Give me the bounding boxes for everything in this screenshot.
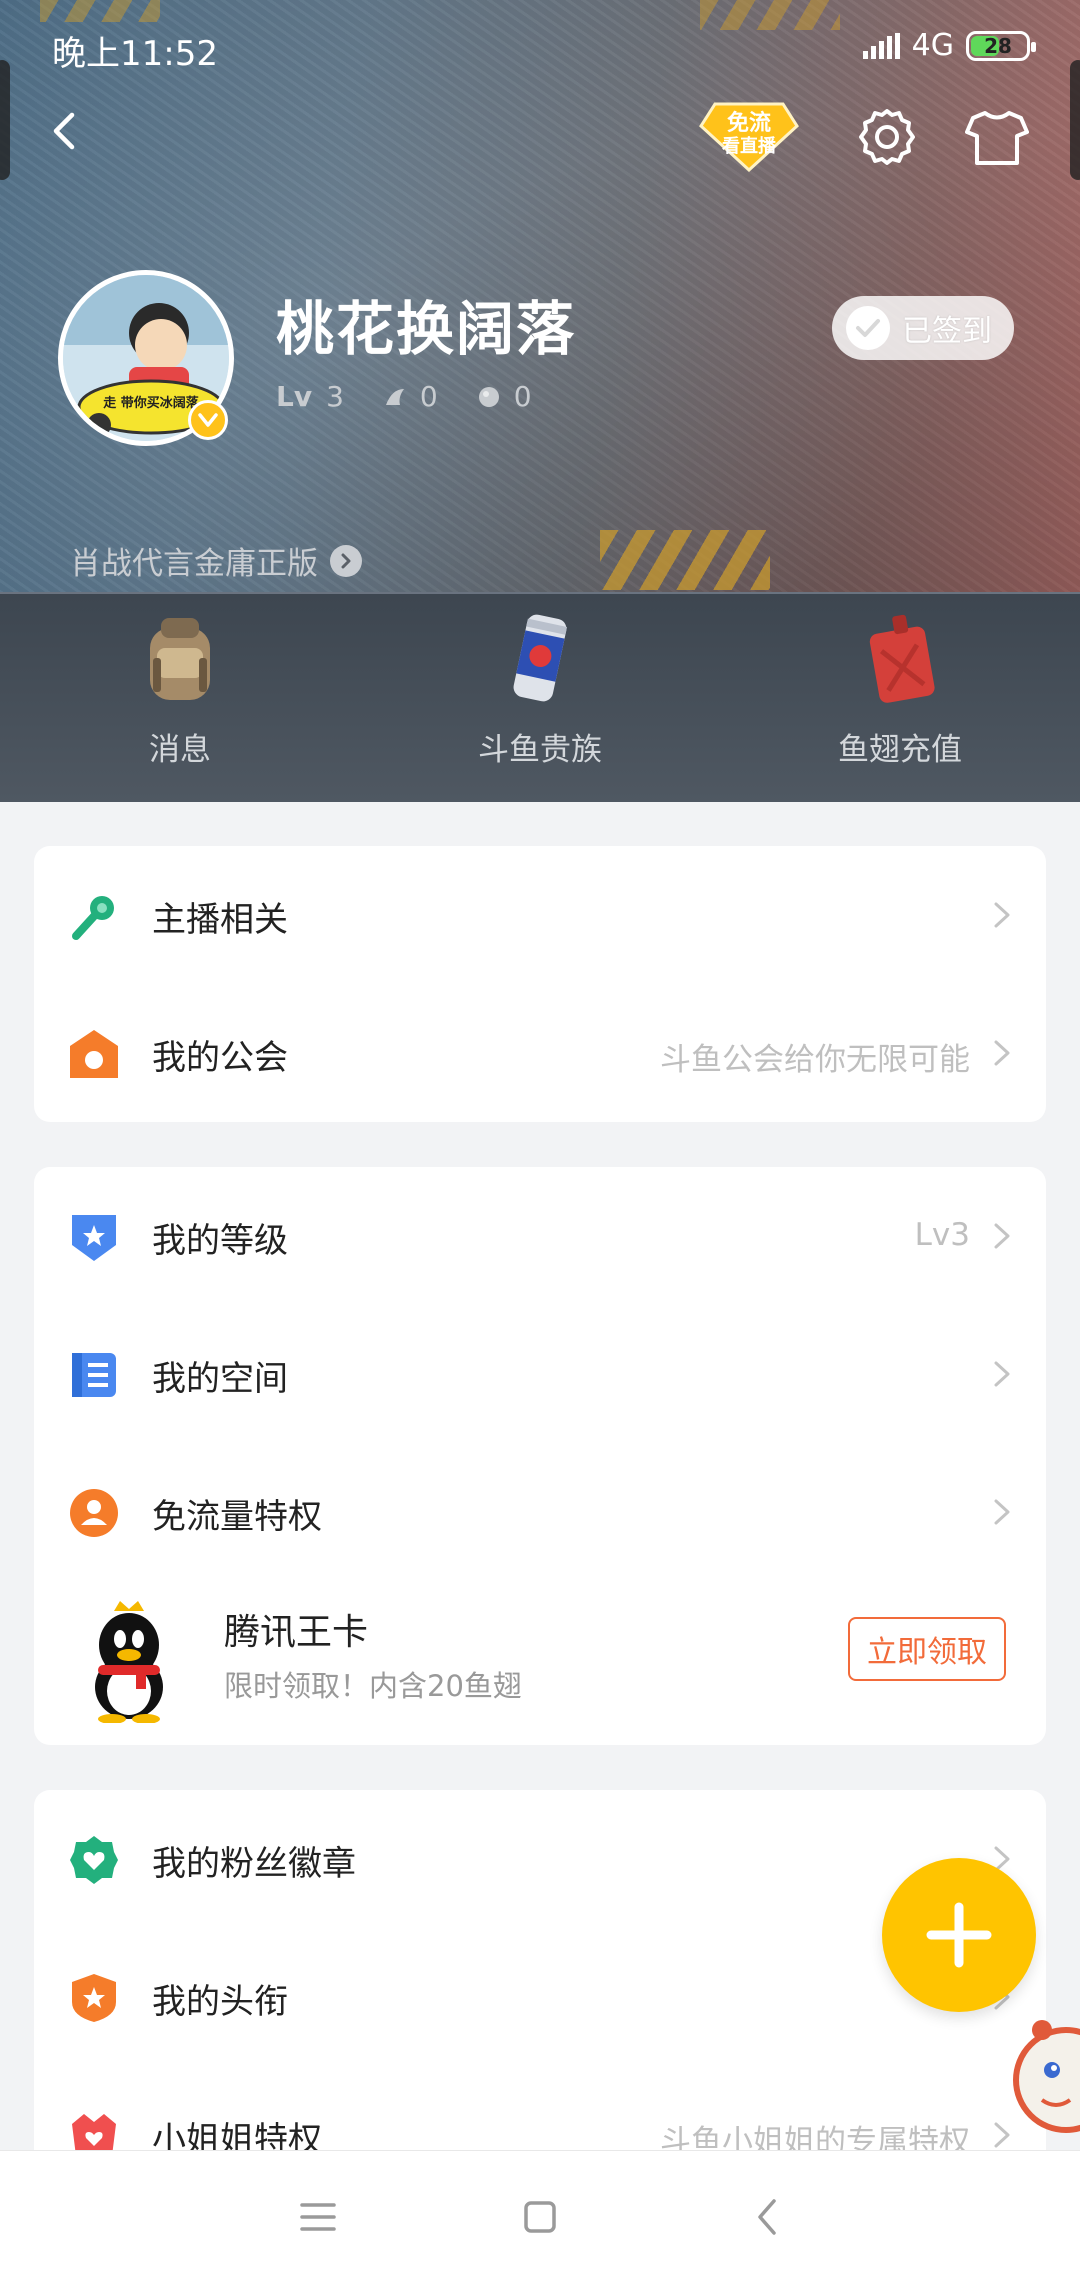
user-stats: Lv 3 0 0	[276, 380, 532, 413]
level-value: 3	[326, 380, 344, 413]
level-label: Lv	[276, 380, 313, 413]
battery-level: 28	[984, 33, 1012, 58]
free-stream-badge[interactable]: 免流 看直播	[697, 100, 801, 173]
chevron-right-icon	[994, 902, 1010, 928]
quick-action-label: 鱼翅充值	[838, 732, 962, 768]
chevron-right-icon	[994, 2122, 1010, 2148]
chevron-right-icon	[994, 1040, 1010, 1066]
fish-fin-icon	[385, 388, 404, 405]
quick-action-recharge[interactable]: 鱼翅充值	[770, 608, 1030, 769]
network-type: 4G	[911, 28, 954, 63]
menu-item-level[interactable]: 我的等级 Lv3	[34, 1167, 1046, 1305]
menu-item-label: 我的头衔	[152, 1982, 288, 2022]
chevron-right-icon	[994, 1361, 1010, 1387]
signal-icon	[862, 32, 900, 59]
menu-item-label: 我的等级	[152, 1221, 288, 1261]
menu-item-label: 主播相关	[152, 900, 288, 940]
menu-card-fans: 我的粉丝徽章 我的头衔 小姐姐特权 斗鱼小姐姐的专属特权	[34, 1790, 1046, 2170]
space-doc-icon	[72, 1353, 116, 1397]
level-shield-icon	[72, 1215, 116, 1261]
battery-icon: 28	[966, 30, 1036, 61]
claim-now-button[interactable]: 立即领取	[848, 1617, 1006, 1681]
avatar-caption: 走 带你买冰阔落	[103, 395, 200, 411]
back-icon[interactable]	[40, 105, 92, 157]
free-data-icon	[70, 1489, 118, 1537]
status-right: 4G 28	[862, 28, 1036, 63]
quick-action-label: 消息	[149, 732, 211, 768]
free-stream-badge-icon: 免流 看直播	[699, 102, 799, 173]
check-circle-icon	[846, 306, 890, 350]
profile-screen: 晚上11:52 4G 28 免流 看直播 走 带你买冰阔落 桃花换阔落 Lv 3…	[0, 0, 1080, 2280]
tencent-card-promo[interactable]: 腾讯王卡 限时领取！内含20鱼翅 立即领取	[34, 1581, 1046, 1739]
fin-count: 0	[419, 380, 438, 413]
menu-card-account: 我的等级 Lv3 我的空间 免流量特权 腾讯王卡 限时领取！内含20鱼翅 立即领…	[34, 1167, 1046, 1745]
checkin-label: 已签到	[902, 314, 992, 349]
quick-action-messages[interactable]: 消息	[50, 608, 310, 769]
menu-item-space[interactable]: 我的空间	[34, 1305, 1046, 1443]
menu-item-hint: 斗鱼公会给你无限可能	[660, 1042, 970, 1078]
menu-item-label: 我的粉丝徽章	[152, 1844, 356, 1884]
guild-house-icon	[70, 1030, 118, 1078]
verified-badge-icon	[188, 400, 228, 440]
username: 桃花换阔落	[276, 295, 577, 363]
motto-text: 肖战代言金庸正版	[70, 546, 318, 582]
energy-can-icon	[513, 614, 568, 702]
free-badge-line2: 看直播	[721, 135, 777, 157]
ball-stat: 0	[478, 380, 532, 413]
home-icon[interactable]	[512, 2189, 568, 2245]
menu-item-free-data[interactable]: 免流量特权	[34, 1443, 1046, 1581]
system-navigation-bar	[0, 2150, 1080, 2280]
quick-action-label: 斗鱼贵族	[478, 732, 602, 768]
skin-shirt-icon[interactable]	[965, 108, 1029, 168]
status-bar: 晚上11:52 4G 28	[0, 0, 1080, 96]
menu-item-label: 免流量特权	[152, 1497, 322, 1537]
tencent-card-title: 腾讯王卡	[224, 1612, 369, 1653]
add-fab-button[interactable]	[882, 1858, 1036, 2012]
free-badge-line1: 免流	[727, 110, 771, 136]
menu-item-streamer[interactable]: 主播相关	[34, 846, 1046, 984]
menu-card-anchor: 主播相关 我的公会 斗鱼公会给你无限可能	[34, 846, 1046, 1122]
fish-ball-icon	[478, 386, 499, 407]
chevron-right-icon	[994, 1223, 1010, 1249]
fuel-can-icon	[869, 614, 935, 703]
chevron-right-icon	[330, 544, 362, 577]
mascot-icon[interactable]	[1012, 2010, 1080, 2140]
checkin-button[interactable]: 已签到	[832, 296, 1014, 360]
profile-motto[interactable]: 肖战代言金庸正版	[70, 538, 362, 583]
fin-stat: 0	[384, 380, 438, 413]
tencent-card-subtitle: 限时领取！内含20鱼翅	[224, 1669, 522, 1703]
quick-actions: 消息 斗鱼贵族 鱼翅充值	[0, 592, 1080, 802]
ball-count: 0	[513, 380, 532, 413]
menu-item-label: 我的公会	[152, 1038, 288, 1078]
chevron-right-icon	[994, 1499, 1010, 1525]
hazard-stripes	[600, 530, 770, 590]
menu-item-guild[interactable]: 我的公会 斗鱼公会给你无限可能	[34, 984, 1046, 1122]
level-stat: Lv 3	[276, 380, 344, 413]
back-nav-icon[interactable]	[740, 2189, 796, 2245]
quick-action-noble[interactable]: 斗鱼贵族	[410, 608, 670, 769]
menu-icon[interactable]	[290, 2189, 346, 2245]
plus-icon	[926, 1902, 992, 1968]
qq-penguin-icon	[95, 1601, 163, 1723]
menu-item-hint: Lv3	[914, 1217, 970, 1253]
settings-gear-icon[interactable]	[856, 106, 918, 168]
menu-item-label: 我的空间	[152, 1359, 288, 1399]
status-time: 晚上11:52	[52, 34, 218, 74]
microphone-icon	[72, 896, 114, 940]
title-badge-icon	[72, 1974, 116, 2022]
backpack-icon	[150, 618, 210, 700]
profile-header-background: 晚上11:52 4G 28 免流 看直播 走 带你买冰阔落 桃花换阔落 Lv 3…	[0, 0, 1080, 802]
fan-badge-icon	[70, 1836, 118, 1884]
